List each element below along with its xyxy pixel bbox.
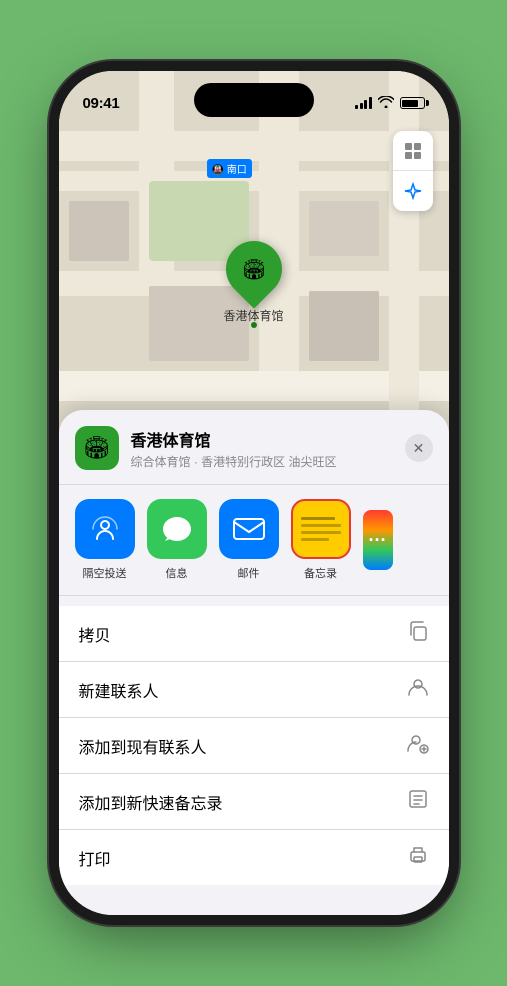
airdrop-label: 隔空投送 [83, 565, 127, 581]
share-messages[interactable]: 信息 [147, 499, 207, 581]
action-copy[interactable]: 拷贝 [59, 606, 449, 662]
share-more[interactable]: ··· [363, 510, 393, 570]
mail-icon [219, 499, 279, 559]
map-type-button[interactable] [393, 131, 433, 171]
battery-icon [400, 97, 425, 109]
action-list: 拷贝 新建联系人 添加到现有联系人 [59, 606, 449, 885]
stadium-pin[interactable]: 🏟 香港体育馆 [223, 241, 283, 324]
pin-dot [250, 322, 256, 328]
stadium-emoji: 🏟 [241, 257, 266, 282]
status-time: 09:41 [83, 95, 120, 112]
messages-label: 信息 [166, 565, 188, 581]
location-desc: 综合体育馆 · 香港特别行政区 油尖旺区 [131, 453, 397, 470]
airdrop-icon [75, 499, 135, 559]
action-quick-note[interactable]: 添加到新快速备忘录 [59, 774, 449, 830]
location-icon: 🏟 [75, 426, 119, 470]
new-contact-icon [407, 676, 429, 703]
pin-circle: 🏟 [214, 229, 293, 308]
quick-note-icon [407, 788, 429, 815]
more-icon: ··· [363, 510, 393, 570]
close-icon: ✕ [413, 440, 425, 457]
notes-label: 备忘录 [304, 565, 337, 581]
dynamic-island [194, 83, 314, 117]
messages-icon [147, 499, 207, 559]
action-print[interactable]: 打印 [59, 830, 449, 885]
action-add-contact[interactable]: 添加到现有联系人 [59, 718, 449, 774]
location-header: 🏟 香港体育馆 综合体育馆 · 香港特别行政区 油尖旺区 ✕ [59, 426, 449, 485]
metro-label: 🚇 南口 [207, 159, 252, 178]
location-name: 香港体育馆 [131, 427, 397, 451]
pin-inner: 🏟 [231, 247, 275, 291]
new-contact-label: 新建联系人 [79, 678, 159, 702]
phone-frame: 09:41 [59, 71, 449, 915]
mail-label: 邮件 [238, 565, 260, 581]
location-info: 香港体育馆 综合体育馆 · 香港特别行政区 油尖旺区 [131, 427, 397, 470]
notes-icon [291, 499, 351, 559]
signal-bars-icon [355, 97, 372, 109]
print-icon [407, 844, 429, 871]
bottom-sheet: 🏟 香港体育馆 综合体育馆 · 香港特别行政区 油尖旺区 ✕ [59, 410, 449, 915]
copy-label: 拷贝 [79, 622, 111, 646]
share-mail[interactable]: 邮件 [219, 499, 279, 581]
share-row: 隔空投送 信息 邮件 [59, 485, 449, 596]
add-contact-icon [407, 732, 429, 759]
location-icon-emoji: 🏟 [83, 435, 111, 461]
location-button[interactable] [393, 171, 433, 211]
metro-icon: 🚇 [212, 165, 224, 176]
add-contact-label: 添加到现有联系人 [79, 734, 207, 758]
quick-note-label: 添加到新快速备忘录 [79, 790, 223, 814]
share-airdrop[interactable]: 隔空投送 [75, 499, 135, 581]
copy-icon [407, 620, 429, 647]
close-button[interactable]: ✕ [405, 434, 433, 462]
status-icons [355, 96, 425, 111]
wifi-icon [378, 96, 394, 111]
action-new-contact[interactable]: 新建联系人 [59, 662, 449, 718]
print-label: 打印 [79, 846, 111, 870]
share-notes[interactable]: 备忘录 [291, 499, 351, 581]
map-controls[interactable] [393, 131, 433, 211]
